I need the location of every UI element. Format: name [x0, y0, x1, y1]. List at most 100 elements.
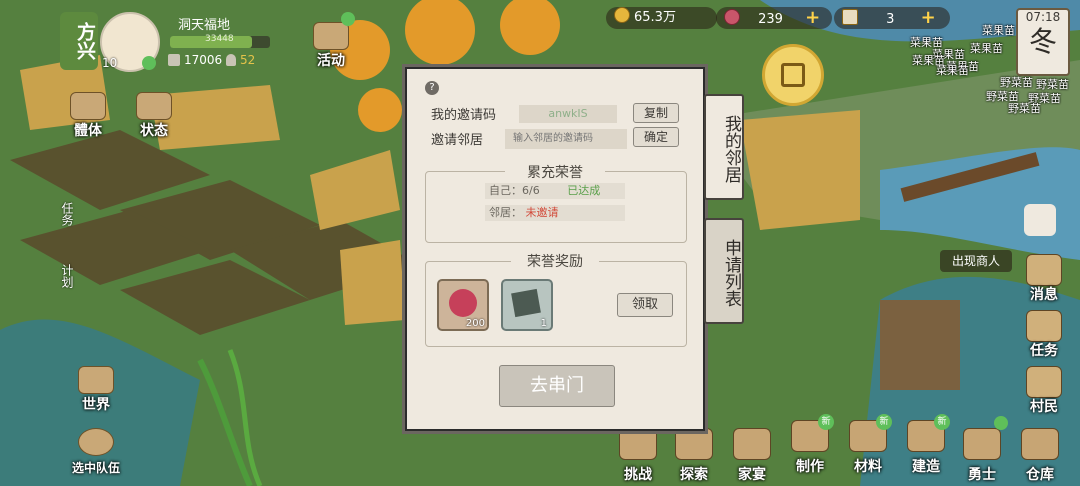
bottom-item-craft[interactable]: 新 制作 [786, 414, 834, 476]
bottom-item-build[interactable]: 新 建造 [902, 414, 950, 476]
neighbor-progress-row: 邻居： 未邀请 [485, 205, 625, 221]
villager-label: 村民 [1030, 399, 1058, 415]
physique-label: 體体 [74, 123, 102, 139]
message-label: 消息 [1030, 287, 1058, 303]
bottom-item-challenge[interactable]: 挑战 [614, 426, 662, 484]
flower-token-icon [449, 289, 477, 317]
mountain-icon [78, 366, 114, 394]
physique-button[interactable]: 體体 [62, 92, 114, 140]
bottom-label: 仓库 [1026, 467, 1054, 483]
status-button[interactable]: 状态 [128, 92, 180, 140]
message-icon [1026, 254, 1062, 286]
neighbor-progress-label: 邻居： [489, 206, 522, 219]
exp-value: 33448 [205, 34, 234, 44]
task-side-button[interactable]: 任务 [50, 196, 76, 232]
level-text: 10 [102, 56, 118, 70]
bottom-item-storage[interactable]: 仓库 [1016, 426, 1064, 484]
storehouse-icon [1021, 428, 1059, 460]
add-gem-button[interactable]: + [805, 7, 820, 28]
ticket-icon [842, 9, 858, 25]
ticket-value: 3 [886, 12, 895, 27]
world-label: 世界 [82, 397, 110, 413]
reward-item-flower[interactable]: 200 [437, 279, 489, 331]
activity-button[interactable]: 活动 [305, 12, 357, 70]
claim-button[interactable]: 领取 [617, 293, 673, 317]
task-button[interactable]: 任务 [1018, 310, 1070, 360]
map-name: 洞天福地 [178, 18, 231, 33]
shrine-icon [313, 22, 349, 50]
bottom-item-explore[interactable]: 探索 [670, 426, 718, 484]
plan-side-button[interactable]: 计划 [50, 258, 76, 294]
villager-icon [1026, 366, 1062, 398]
season-text: 冬 [1028, 25, 1057, 58]
bottom-label: 探索 [680, 467, 708, 483]
region-badge: 方兴 [60, 12, 98, 70]
coin-counter[interactable]: 65.3万 [606, 7, 717, 29]
bottom-item-materials[interactable]: 新 材料 [844, 414, 892, 476]
bottom-label: 制作 [796, 459, 824, 475]
villager-count: 52 [240, 53, 256, 67]
crop-label: 野菜苗 [1008, 102, 1041, 115]
bottom-label: 材料 [854, 459, 882, 475]
exp-bar: 33448 [170, 34, 270, 48]
self-progress-row: 自己：6/6 已达成 [485, 183, 625, 199]
bottom-item-warrior[interactable]: 勇士 [958, 416, 1008, 484]
bottom-label: 家宴 [738, 467, 766, 483]
reward1-count: 200 [465, 318, 485, 329]
invite-label: 邀请邻居 [431, 133, 484, 148]
gem-counter[interactable]: 239 + [716, 7, 832, 29]
help-icon[interactable]: ? [425, 81, 439, 95]
honor-title: 累充荣誉 [505, 162, 605, 182]
status-label: 状态 [140, 123, 168, 139]
merchant-notice[interactable]: 出现商人 [940, 250, 1012, 272]
villager-icon [226, 54, 236, 66]
neighbor-status: 未邀请 [525, 206, 559, 219]
reward2-count: 1 [540, 318, 547, 329]
confirm-button[interactable]: 确定 [633, 127, 679, 147]
coin-icon [614, 7, 630, 23]
crop-label: 菜果苗 [982, 24, 1015, 37]
crop-label: 菜果苗 [936, 64, 969, 77]
bottom-item-feast[interactable]: 家宴 [728, 426, 776, 484]
world-button[interactable]: 世界 [70, 366, 122, 414]
tab-my-neighbors[interactable]: 我的邻居 [704, 94, 744, 200]
new-badge: 新 [876, 414, 892, 430]
scroll-icon [1026, 310, 1062, 342]
villager-button[interactable]: 村民 [1018, 366, 1070, 416]
stone-icon [168, 54, 180, 66]
add-ticket-button[interactable]: + [921, 7, 936, 28]
copy-button[interactable]: 复制 [633, 103, 679, 123]
online-dot [142, 56, 156, 70]
ticket-counter[interactable]: 3 + [834, 7, 950, 29]
activity-label: 活动 [317, 53, 345, 69]
player-card[interactable]: 方兴 10 洞天福地 33448 17006 52 [60, 8, 290, 74]
stone-count: 17006 [184, 53, 223, 67]
neighbor-dialog: ? 我的邀请码 anwkIS 复制 邀请邻居 确定 累充荣誉 自己：6/6 已达… [402, 64, 708, 434]
bowl-icon [733, 428, 771, 460]
self-status: 已达成 [567, 184, 601, 197]
bottom-label: 勇士 [968, 467, 996, 483]
new-badge: 新 [818, 414, 834, 430]
bottom-label: 建造 [912, 459, 940, 475]
task-label: 任务 [1030, 343, 1058, 359]
coin-value: 65.3万 [634, 10, 676, 25]
message-button[interactable]: 消息 [1018, 254, 1070, 304]
flower-button[interactable] [1024, 204, 1056, 236]
house-icon [136, 92, 172, 120]
select-team-label: 选中队伍 [71, 461, 120, 475]
self-progress-label: 自己：6/6 [489, 184, 540, 197]
notify-dot [994, 416, 1008, 430]
tab-apply-list[interactable]: 申请列表 [704, 218, 744, 324]
notify-dot [341, 12, 355, 26]
crop-label: 菜果苗 [970, 42, 1003, 55]
visit-button[interactable]: 去串门 [499, 365, 615, 407]
reward-title: 荣誉奖励 [511, 251, 599, 271]
select-team-button[interactable]: 选中队伍 [66, 428, 126, 476]
time-text: 07:18 [1025, 10, 1061, 24]
jade-ore-icon [511, 288, 541, 318]
coin-bubble-icon[interactable] [762, 44, 824, 106]
bottom-label: 挑战 [624, 467, 652, 483]
reward-item-ore[interactable]: 1 [501, 279, 553, 331]
invite-code-input[interactable] [505, 129, 627, 149]
season-clock[interactable]: 07:18 冬 [1016, 8, 1070, 76]
